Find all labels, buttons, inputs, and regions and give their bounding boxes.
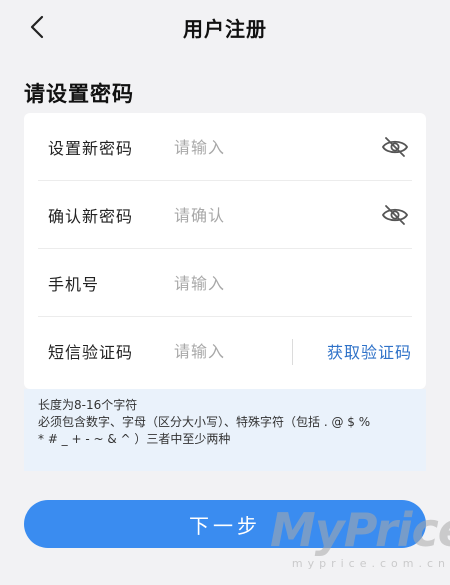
next-button[interactable]: 下一步 — [24, 500, 426, 548]
password-rules-hint: 长度为8-16个字符 必须包含数字、字母（区分大小写）、特殊字符（包括 . @ … — [24, 389, 426, 471]
get-code-button[interactable]: 获取验证码 — [327, 339, 412, 363]
new-password-label: 设置新密码 — [48, 139, 134, 158]
watermark-url: myprice.com.cn — [291, 557, 450, 570]
registration-form: 设置新密码 确认新密码 手机号 短信验证码 — [24, 113, 426, 389]
eye-off-icon — [381, 137, 409, 157]
sms-code-label: 短信验证码 — [48, 343, 134, 362]
eye-off-icon — [381, 205, 409, 225]
sms-code-input[interactable] — [174, 341, 284, 361]
confirm-password-input[interactable] — [174, 205, 304, 225]
phone-row: 手机号 — [24, 249, 426, 317]
sms-code-row: 短信验证码 获取验证码 — [24, 317, 426, 385]
new-password-input[interactable] — [174, 137, 304, 157]
confirm-password-row: 确认新密码 — [24, 181, 426, 249]
confirm-password-visibility-toggle[interactable] — [380, 203, 410, 227]
phone-input[interactable] — [174, 273, 304, 293]
top-bar: 用户注册 — [0, 0, 450, 54]
sms-code-separator — [292, 339, 293, 365]
section-title: 请设置密码 — [24, 82, 134, 106]
new-password-row: 设置新密码 — [24, 113, 426, 181]
back-button[interactable] — [26, 14, 48, 40]
hint-line: * # _ + - ~ & ^ ）三者中至少两种 — [38, 432, 231, 446]
phone-label: 手机号 — [48, 275, 100, 294]
chevron-left-icon — [30, 15, 44, 39]
hint-line: 长度为8-16个字符 — [38, 398, 138, 412]
confirm-password-label: 确认新密码 — [48, 207, 134, 226]
page-title: 用户注册 — [183, 16, 267, 41]
hint-line: 必须包含数字、字母（区分大小写）、特殊字符（包括 . @ $ % — [38, 415, 371, 429]
new-password-visibility-toggle[interactable] — [380, 135, 410, 159]
